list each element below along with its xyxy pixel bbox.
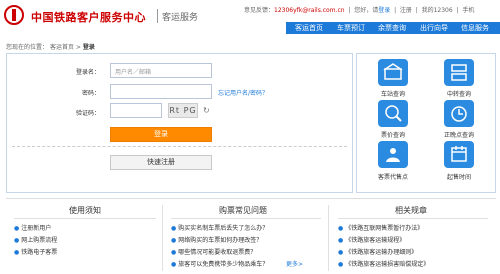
title-underline xyxy=(338,218,488,219)
more-link[interactable]: 更多> xyxy=(286,259,303,268)
top-links: 意见反馈：12306yfk@rails.com.cn | 您好，请登录 | 注册… xyxy=(244,7,475,14)
nav-item-travel-guide[interactable]: 出行向导 xyxy=(420,23,448,33)
service-label-delay[interactable]: 正晚点查询 xyxy=(439,130,479,139)
bullet-icon: ● xyxy=(338,225,344,232)
service-label-agency[interactable]: 客票代售点 xyxy=(373,172,413,181)
bullet-icon: ● xyxy=(14,225,20,232)
faq-title: 购票常见问题 xyxy=(219,206,267,215)
delay-icon[interactable] xyxy=(444,100,474,127)
list-item[interactable]: ● 旅客可以免费携带多少物品乘车？ xyxy=(171,259,268,268)
mobile-link[interactable]: 手机 xyxy=(462,7,474,14)
bullet-icon: ● xyxy=(14,237,20,244)
breadcrumb-arrow: > xyxy=(75,44,81,51)
list-item[interactable]: ● 哪些情况可能要收取退票费？ xyxy=(171,247,256,256)
list-item[interactable]: ● 《铁路旅客运输办理细则》 xyxy=(338,247,417,256)
list-item[interactable]: ● 网上购票流程 xyxy=(14,235,57,244)
service-label-time[interactable]: 起售时间 xyxy=(439,172,479,181)
nav-item-info-service[interactable]: 信息服务 xyxy=(461,23,489,33)
quick-register-button[interactable]: 快速注册 xyxy=(110,155,212,170)
service-panel: 车站查询 中转查询 票价查询 正晚点查询 客票代售点 起售时间 xyxy=(356,53,496,193)
list-item[interactable]: ● 《铁路旅客运输损害赔偿规定》 xyxy=(338,259,429,268)
nav-item-ticket-query[interactable]: 余票查询 xyxy=(378,23,406,33)
bullet-icon: ● xyxy=(338,249,344,256)
bullet-icon: ● xyxy=(14,249,20,256)
bullet-icon: ● xyxy=(171,261,177,268)
bullet-icon: ● xyxy=(338,237,344,244)
title-underline xyxy=(171,218,321,219)
login-link[interactable]: 登录 xyxy=(378,7,390,14)
nav-item-home[interactable]: 客运首页 xyxy=(295,23,323,33)
header: 中国铁路客户服务中心 客运服务 意见反馈：12306yfk@rails.com.… xyxy=(0,0,500,34)
column-divider xyxy=(328,205,329,271)
list-item[interactable]: ● 购买实名制车票后丢失了怎么办？ xyxy=(171,223,268,232)
feedback-email-link[interactable]: 12306yfk@rails.com.cn xyxy=(274,7,345,14)
forgot-password-link[interactable]: 忘记用户名/密码？ xyxy=(218,88,268,97)
column-divider xyxy=(162,205,163,271)
site-name: 中国铁路客户服务中心 xyxy=(31,11,146,24)
nav-item-booking[interactable]: 车票预订 xyxy=(337,23,365,33)
bullet-icon: ● xyxy=(171,237,177,244)
captcha-input[interactable] xyxy=(110,103,162,118)
station-icon[interactable] xyxy=(378,59,408,86)
list-item[interactable]: ● 《铁路旅客运输规程》 xyxy=(338,235,405,244)
agency-icon[interactable] xyxy=(378,141,408,168)
list-item[interactable]: ● 注册新用户 xyxy=(14,223,51,232)
service-label-price[interactable]: 票价查询 xyxy=(373,130,413,139)
bullet-icon: ● xyxy=(171,225,177,232)
title-underline xyxy=(14,218,156,219)
breadcrumb: 您现在的位置： 客运首页 > 登录 xyxy=(6,42,95,51)
breadcrumb-prefix: 您现在的位置： xyxy=(6,44,49,51)
breadcrumb-current: 登录 xyxy=(82,44,95,51)
breadcrumb-home-link[interactable]: 客运首页 xyxy=(50,44,74,51)
my12306-link[interactable]: 我的12306 xyxy=(422,7,453,14)
username-label: 登录名： xyxy=(75,69,100,76)
main-nav: 客运首页 车票预订 余票查询 出行向导 信息服务 xyxy=(286,22,500,34)
refresh-icon[interactable]: ↻ xyxy=(203,106,210,115)
password-label: 密码： xyxy=(81,90,100,97)
captcha-image[interactable]: Rt PG xyxy=(168,103,198,118)
railway-logo-icon xyxy=(4,5,24,25)
divider xyxy=(12,146,347,148)
price-icon[interactable] xyxy=(378,100,408,127)
service-label-station[interactable]: 车站查询 xyxy=(373,89,413,98)
info-section: 使用须知 ● 注册新用户 ● 网上购票流程 ● 铁路电子客票 购票常见问题 ● 购买实名… xyxy=(6,198,496,274)
bullet-icon: ● xyxy=(338,261,344,268)
captcha-label: 验证码： xyxy=(75,110,100,117)
login-button[interactable]: 登录 xyxy=(110,127,212,142)
transfer-icon[interactable] xyxy=(444,59,474,86)
password-input[interactable] xyxy=(110,84,212,99)
usage-notes-title: 使用须知 xyxy=(69,206,101,215)
list-item[interactable]: ● 铁路电子客票 xyxy=(14,247,57,256)
site-subname: 客运服务 xyxy=(162,13,199,23)
time-icon[interactable] xyxy=(444,141,474,168)
greeting-text: 您好，请 xyxy=(354,7,379,14)
list-item[interactable]: ● 《铁路互联网售票暂行办法》 xyxy=(338,223,423,232)
header-divider xyxy=(157,9,158,23)
regulations-title: 相关规章 xyxy=(395,206,427,215)
feedback-label: 意见反馈： xyxy=(244,7,275,14)
bullet-icon: ● xyxy=(171,249,177,256)
list-item[interactable]: ● 网络购买的车票如何办理改签？ xyxy=(171,235,262,244)
username-input[interactable]: 用户名／邮箱 xyxy=(110,63,212,78)
register-link[interactable]: 注册 xyxy=(400,7,412,14)
service-label-transfer[interactable]: 中转查询 xyxy=(439,89,479,98)
